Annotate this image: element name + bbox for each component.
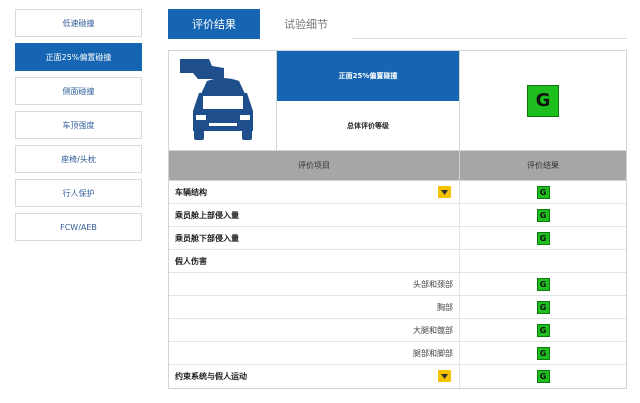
header-result: 评价结果 (527, 161, 559, 170)
row-rating-empty (460, 250, 626, 272)
row-label: 大腿和髋部 (169, 319, 460, 341)
row-rating: G (460, 181, 626, 203)
row-label: 假人伤害 (169, 250, 460, 272)
header-item: 评价项目 (169, 151, 460, 180)
table-row: 约束系统与假人运动 G (169, 365, 626, 388)
row-label-text: 头部和颈部 (413, 279, 453, 289)
sidebar-item-side-impact[interactable]: 侧面碰撞 (15, 77, 142, 105)
results-table: 正面25%偏置碰撞 总体评价等级 G 评价项目 评价结果 车辆结构 G 乘员舱上… (168, 50, 627, 389)
row-label: 胸部 (169, 296, 460, 318)
chevron-down-icon (441, 189, 448, 195)
rating-badge: G (536, 277, 550, 291)
row-label-text: 约束系统与假人运动 (175, 372, 247, 381)
overall-rating-label: 总体评价等级 (347, 121, 389, 130)
rating-badge: G (536, 323, 550, 337)
tab-bar: 评价结果 试验细节 (168, 9, 627, 39)
row-rating: G (460, 365, 626, 388)
sidebar-item-small-overlap[interactable]: 正面25%偏置碰撞 (15, 43, 142, 71)
summary-row: 正面25%偏置碰撞 总体评价等级 G (169, 51, 626, 151)
table-row: 大腿和髋部 G (169, 319, 626, 342)
rating-badge: G (536, 208, 550, 222)
row-label-text: 胸部 (437, 302, 453, 312)
expand-dropdown-button[interactable] (438, 370, 451, 382)
row-label: 头部和颈部 (169, 273, 460, 295)
sidebar-item-roof-strength[interactable]: 车顶强度 (15, 111, 142, 139)
sidebar-item-low-speed[interactable]: 低速碰撞 (15, 9, 142, 37)
table-row: 乘员舱上部侵入量 G (169, 204, 626, 227)
rating-badge: G (536, 300, 550, 314)
sidebar-item-seat-headrest[interactable]: 座椅/头枕 (15, 145, 142, 173)
row-label: 乘员舱上部侵入量 (169, 204, 460, 226)
rating-badge: G (536, 185, 550, 199)
sidebar-item-pedestrian[interactable]: 行人保护 (15, 179, 142, 207)
row-rating: G (460, 296, 626, 318)
overall-rating-cell: G (460, 51, 626, 150)
table-row: 头部和颈部 G (169, 273, 626, 296)
row-label: 乘员舱下部侵入量 (169, 227, 460, 249)
rating-badge: G (536, 231, 550, 245)
table-row: 假人伤害 (169, 250, 626, 273)
table-row: 腿部和脚部 G (169, 342, 626, 365)
car-crash-icon (180, 59, 253, 140)
row-rating: G (460, 204, 626, 226)
test-name-label: 正面25%偏置碰撞 (277, 51, 459, 101)
row-label-text: 车辆结构 (175, 187, 207, 197)
car-crash-image (169, 51, 277, 150)
row-label: 腿部和脚部 (169, 342, 460, 364)
row-label: 车辆结构 (169, 181, 460, 203)
sidebar-nav: 低速碰撞 正面25%偏置碰撞 侧面碰撞 车顶强度 座椅/头枕 行人保护 FCW/… (15, 9, 142, 247)
overall-rating-badge: G (527, 84, 559, 117)
row-label-text: 假人伤害 (175, 256, 207, 266)
row-rating: G (460, 273, 626, 295)
tab-test-details[interactable]: 试验细节 (260, 9, 352, 39)
row-label-text: 腿部和脚部 (413, 348, 453, 358)
tab-results[interactable]: 评价结果 (168, 9, 260, 39)
sidebar-item-fcw-aeb[interactable]: FCW/AEB (15, 213, 142, 241)
summary-labels: 正面25%偏置碰撞 总体评价等级 (277, 51, 460, 150)
row-label-text: 乘员舱下部侵入量 (175, 233, 239, 243)
table-row: 胸部 G (169, 296, 626, 319)
row-label-text: 乘员舱上部侵入量 (175, 210, 239, 220)
table-row: 车辆结构 G (169, 181, 626, 204)
rating-badge: G (536, 370, 550, 383)
table-header: 评价项目 评价结果 (169, 151, 626, 181)
row-label: 约束系统与假人运动 (169, 365, 460, 388)
row-rating: G (460, 227, 626, 249)
table-row: 乘员舱下部侵入量 G (169, 227, 626, 250)
rating-badge: G (536, 346, 550, 360)
row-label-text: 大腿和髋部 (413, 325, 453, 335)
row-rating: G (460, 342, 626, 364)
chevron-down-icon (441, 373, 448, 379)
expand-dropdown-button[interactable] (438, 186, 451, 198)
row-rating: G (460, 319, 626, 341)
